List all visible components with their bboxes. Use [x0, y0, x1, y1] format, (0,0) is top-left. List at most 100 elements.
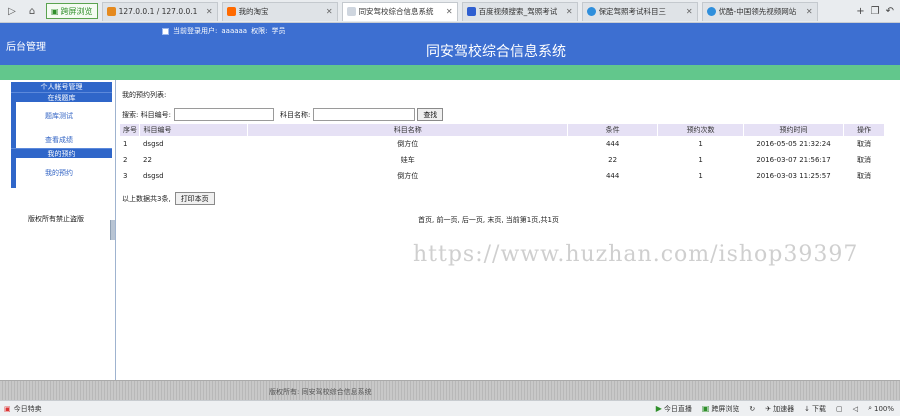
browser-tab[interactable]: 百度视频搜索_驾照考试 ✕	[461, 1, 578, 21]
mute-icon[interactable]: ◁	[853, 405, 858, 413]
fullscreen-status-button[interactable]: ▣ 跨屏浏览	[702, 404, 740, 414]
close-icon[interactable]: ✕	[446, 7, 453, 16]
live-label: 今日直播	[663, 404, 692, 413]
refresh-icon[interactable]: ↻	[749, 405, 755, 413]
cell-subject-code: dsgsd	[142, 172, 164, 180]
cell-booking-time: 2016-03-07 21:56:17	[756, 156, 831, 164]
menu-group-body: 题库测试 查看成绩	[11, 102, 112, 148]
sidebar-copyright: 版权所有禁止盗版	[28, 215, 84, 223]
accelerator-label: 加速器	[773, 404, 795, 413]
tab-label: 127.0.0.1 / 127.0.0.1	[118, 7, 198, 16]
current-user-value: aaaaaa	[221, 27, 248, 35]
deal-icon: ▣	[4, 404, 11, 413]
sidebar-menu: 个人帐号管理 在线题库 题库测试 查看成绩 我的预约 我的预约	[11, 82, 112, 188]
table-row: 3 dsgsd 倒方位 444 1 2016-03-03 11:25:57 取消	[120, 168, 885, 184]
video-play-icon	[586, 7, 596, 16]
search-button[interactable]: 查找	[417, 108, 444, 121]
cell-index: 3	[123, 172, 128, 180]
browser-tab[interactable]: 我的淘宝 ✕	[221, 1, 338, 21]
page-icon[interactable]: ▢	[836, 405, 843, 413]
browser-tab[interactable]: 优酷-中国领先视频网站 ✕	[701, 1, 818, 21]
admin-title: 后台管理	[6, 42, 46, 53]
cell-index: 2	[123, 156, 128, 164]
undo-close-icon[interactable]: ↶	[886, 6, 894, 17]
role-label: 权限:	[251, 27, 268, 35]
print-page-button[interactable]: 打印本页	[174, 192, 215, 205]
video-play-icon	[706, 7, 716, 16]
summary-row: 以上数据共3条, 打印本页	[122, 192, 215, 205]
cell-booking-time: 2016-03-03 11:25:57	[756, 172, 831, 180]
subject-name-input[interactable]	[313, 108, 416, 121]
browser-tab[interactable]: 保定驾照考试科目三 ✕	[581, 1, 698, 21]
col-header: 科目名称	[247, 124, 569, 136]
page-footer: 版权所有: 同安驾校综合信息系统	[0, 380, 900, 400]
tab-label: 优酷-中国领先视频网站	[718, 7, 797, 16]
zoom-level[interactable]: ⌕ 100%	[868, 404, 894, 413]
booking-table: 序号 科目编号 科目名称 条件 预约次数 预约时间 操作 1 dsgsd 倒方位…	[120, 124, 886, 184]
zoom-icon: ⌕	[868, 404, 872, 412]
search-row: 搜索: 科目编号: 科目名称: 查找	[122, 108, 444, 121]
fullscreen-icon: ▣	[51, 6, 59, 16]
cell-subject-code: dsgsd	[142, 140, 164, 148]
cancel-link[interactable]: 取消	[843, 136, 884, 152]
sidebar-collapse-handle[interactable]	[110, 220, 115, 240]
accelerator-button[interactable]: ✈ 加速器	[765, 404, 794, 414]
close-icon[interactable]: ✕	[206, 7, 213, 16]
cell-subject-name: 娃车	[400, 156, 415, 164]
header-divider	[0, 65, 900, 80]
daily-deals[interactable]: ▣ 今日特卖	[4, 404, 42, 414]
home-icon[interactable]: ⌂	[24, 3, 40, 19]
sidebar-item-quiz-test[interactable]: 题库测试	[11, 111, 73, 121]
new-tab-icon[interactable]: +	[856, 6, 864, 17]
baidu-icon	[466, 7, 476, 16]
sidebar-item-my-booking[interactable]: 我的预约	[11, 168, 73, 178]
browser-tab-bar: ▷ ⌂ ▣ 跨屏浏览 127.0.0.1 / 127.0.0.1 ✕ 我的淘宝 …	[0, 0, 900, 23]
cell-booking-count: 1	[698, 140, 703, 148]
fullscreen-browse-button[interactable]: ▣ 跨屏浏览	[46, 3, 98, 19]
cell-index: 1	[123, 140, 128, 148]
live-button[interactable]: ▶ 今日直播	[656, 404, 692, 414]
close-icon[interactable]: ✕	[326, 7, 333, 16]
sidebar-item-view-scores[interactable]: 查看成绩	[11, 135, 73, 145]
tab-label: 同安驾校综合信息系统	[358, 7, 434, 16]
col-header: 序号	[120, 124, 141, 136]
rocket-icon: ✈	[765, 404, 772, 413]
zoom-value: 100%	[873, 404, 894, 413]
col-header: 操作	[843, 124, 886, 136]
cell-subject-name: 倒方位	[397, 172, 419, 180]
sidebar: 个人帐号管理 在线题库 题库测试 查看成绩 我的预约 我的预约 版权所有禁止盗版	[0, 80, 116, 380]
cell-booking-time: 2016-05-05 21:32:24	[756, 140, 831, 148]
close-icon[interactable]: ✕	[806, 7, 813, 16]
page-icon	[346, 7, 356, 16]
current-user-info: 当前登录用户: aaaaaa 权限: 学员	[162, 26, 285, 36]
forward-icon[interactable]: ▷	[4, 3, 20, 19]
fullscreen-status-label: 跨屏浏览	[711, 404, 740, 413]
cell-subject-name: 倒方位	[397, 140, 419, 148]
table-header-row: 序号 科目编号 科目名称 条件 预约次数 预约时间 操作	[120, 124, 886, 136]
tab-list-icon[interactable]: ❐	[871, 6, 880, 17]
subject-code-input[interactable]	[173, 108, 274, 121]
download-button[interactable]: ↓ 下载	[804, 404, 826, 414]
browser-tab-active[interactable]: 同安驾校综合信息系统 ✕	[341, 1, 458, 21]
pagination[interactable]: 首页, 前一页, 后一页, 末页, 当前第1页,共1页	[418, 215, 559, 225]
close-icon[interactable]: ✕	[566, 7, 573, 16]
close-icon[interactable]: ✕	[686, 7, 693, 16]
tab-label: 保定驾照考试科目三	[598, 7, 667, 16]
browser-tab[interactable]: 127.0.0.1 / 127.0.0.1 ✕	[101, 1, 218, 21]
watermark-text: https://www.huzhan.com/ishop39397	[413, 242, 859, 267]
cancel-link[interactable]: 取消	[843, 152, 884, 168]
menu-group-my-booking[interactable]: 我的预约	[11, 148, 112, 158]
cell-condition: 22	[608, 156, 618, 164]
search-name-label: 科目名称:	[279, 110, 311, 119]
daily-deals-label: 今日特卖	[13, 404, 42, 413]
menu-section-title[interactable]: 个人帐号管理	[11, 82, 112, 92]
download-label: 下载	[812, 404, 827, 413]
menu-group-online-quiz[interactable]: 在线题库	[11, 92, 112, 102]
table-row: 1 dsgsd 倒方位 444 1 2016-05-05 21:32:24 取消	[120, 136, 885, 152]
col-header: 科目编号	[139, 124, 249, 136]
app-header: 后台管理 当前登录用户: aaaaaa 权限: 学员 同安驾校综合信息系统	[0, 23, 900, 65]
system-title: 同安驾校综合信息系统	[426, 44, 566, 60]
cancel-link[interactable]: 取消	[843, 168, 884, 184]
role-value: 学员	[271, 27, 286, 35]
footer-copyright: 版权所有: 同安驾校综合信息系统	[269, 388, 372, 396]
